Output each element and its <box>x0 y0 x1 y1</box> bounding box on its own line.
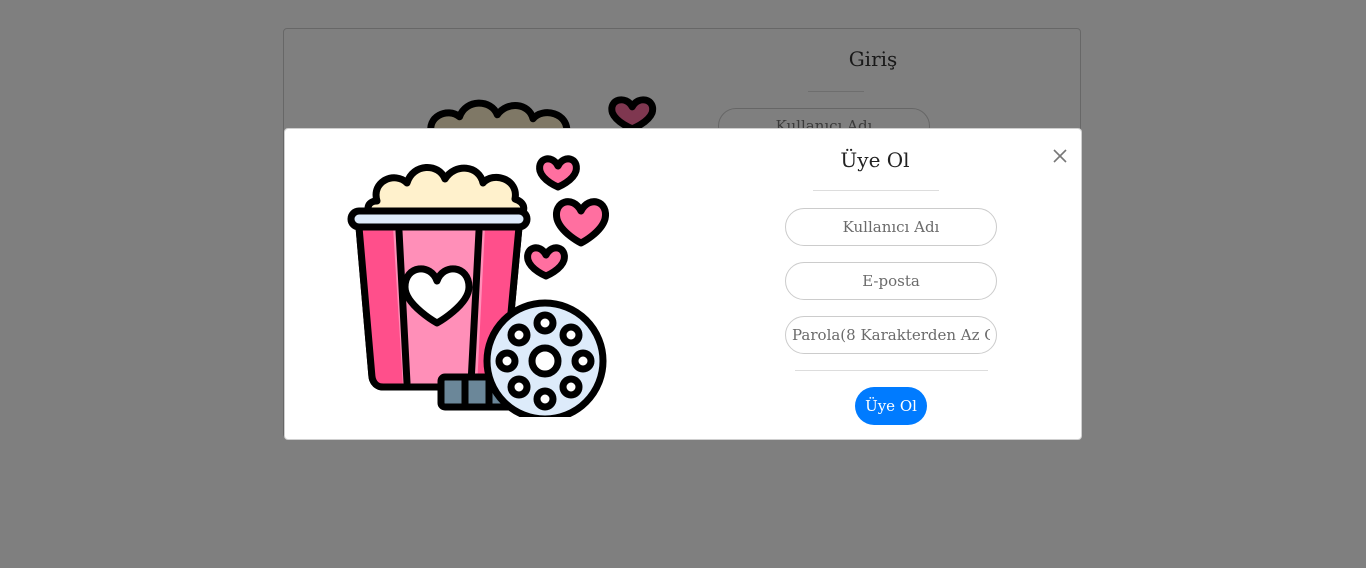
username-field[interactable] <box>785 208 997 246</box>
title-divider <box>813 190 939 191</box>
form-divider <box>795 370 988 371</box>
register-button[interactable]: Üye Ol <box>855 387 927 425</box>
close-icon <box>1053 149 1067 163</box>
modal-title: Üye Ol <box>840 148 910 172</box>
register-modal: Üye Ol Üye Ol <box>284 128 1082 440</box>
email-field[interactable] <box>785 262 997 300</box>
close-button[interactable] <box>1049 145 1071 167</box>
popcorn-film-reel-hearts-icon <box>347 155 609 417</box>
password-field[interactable] <box>785 316 997 354</box>
